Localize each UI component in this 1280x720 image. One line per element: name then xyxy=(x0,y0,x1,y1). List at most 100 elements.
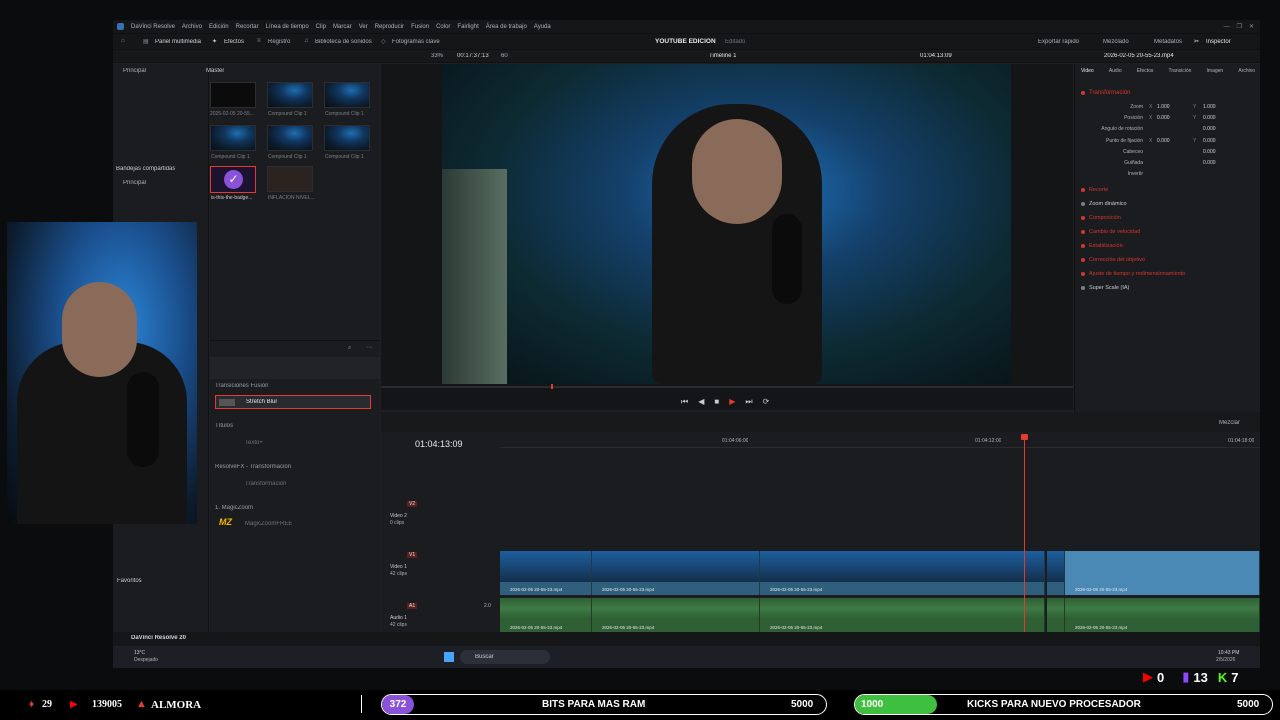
quick-export-tab[interactable]: Exportar rápido xyxy=(1038,39,1079,45)
y-value-field[interactable]: 0.000 xyxy=(1203,126,1216,132)
maximize-icon[interactable]: ❐ xyxy=(1237,23,1242,30)
tab-archivo[interactable]: Archivo xyxy=(1238,68,1255,74)
effect-transformacion[interactable]: Transformación xyxy=(245,481,286,487)
enabled-dot-icon[interactable] xyxy=(1081,244,1085,248)
audio-clip[interactable] xyxy=(1047,598,1065,632)
menu-item-fusion[interactable]: Fusion xyxy=(411,24,429,30)
layout-icon[interactable]: ⌂ xyxy=(121,38,125,44)
menu-item-recortar[interactable]: Recortar xyxy=(236,24,259,30)
keyframes-tab[interactable]: Fotogramas clave xyxy=(392,39,440,45)
inspector-section[interactable]: Zoom dinámico xyxy=(1081,201,1127,207)
media-pool-icon[interactable]: ▤ xyxy=(143,38,149,45)
taskbar-search[interactable]: Buscar xyxy=(460,650,550,664)
enabled-dot-icon[interactable] xyxy=(1081,216,1085,220)
menu-item-ayuda[interactable]: Ayuda xyxy=(534,24,551,30)
inspector-section[interactable]: Cambio de velocidad xyxy=(1081,229,1140,235)
keyframes-icon[interactable]: ◇ xyxy=(381,38,386,45)
y-value-field[interactable]: 0.000 xyxy=(1203,138,1216,144)
inspector-icon[interactable]: ✂ xyxy=(1194,38,1199,45)
audio-clip[interactable]: 2026-02-05 20-55-23.mp4 xyxy=(592,598,760,632)
shared-bin-principal[interactable]: Principal xyxy=(123,180,146,186)
menu-item-fairlight[interactable]: Fairlight xyxy=(457,24,478,30)
video-clip[interactable]: 2026-02-05 20-55-23.mp4 xyxy=(592,551,760,595)
effect-stretch-blur[interactable]: Stretch Blur xyxy=(215,395,371,409)
metadata-tab[interactable]: Metadatos xyxy=(1154,39,1182,45)
tab-transicion[interactable]: Transición xyxy=(1169,68,1192,74)
mixer-tab[interactable]: Mezclado xyxy=(1103,39,1129,45)
section-resolvefx[interactable]: ResolveFX - Transformación xyxy=(215,464,291,470)
section-magiczoom[interactable]: 1. MagicZoom xyxy=(215,505,253,511)
menu-item-linea[interactable]: Línea de tiempo xyxy=(266,24,309,30)
section-fusion-transitions[interactable]: Transiciones Fusion xyxy=(215,383,268,389)
viewer-scrubber[interactable] xyxy=(381,386,1073,388)
index-icon[interactable]: ≡ xyxy=(257,38,261,44)
compound-thumb[interactable] xyxy=(324,82,370,108)
video-clip[interactable]: 2026-02-05 20-55-23.mp4 xyxy=(1065,551,1260,595)
enabled-dot-icon[interactable] xyxy=(1081,230,1085,234)
audio-clip[interactable]: 2026-02-05 20-55-23.mp4 xyxy=(760,598,1045,632)
timeline-playhead[interactable] xyxy=(1024,436,1025,638)
video-clip[interactable]: 2026-02-05 20-55-23.mp4 xyxy=(500,551,592,595)
menu-app[interactable]: DaVinci Resolve xyxy=(131,24,175,30)
inspector-section[interactable]: Super Scale (IA) xyxy=(1081,285,1129,291)
audio-clip[interactable]: 2026-02-05 20-55-23.mp4 xyxy=(500,598,592,632)
tab-imagen[interactable]: Imagen xyxy=(1207,68,1224,74)
menu-item-color[interactable]: Color xyxy=(436,24,450,30)
last-frame-icon[interactable]: ⏭ xyxy=(745,397,752,407)
enabled-dot-icon[interactable] xyxy=(1081,258,1085,262)
reverse-icon[interactable]: ◀ xyxy=(698,397,704,407)
playhead-handle[interactable] xyxy=(1021,434,1028,440)
inspector-section[interactable]: Recorte xyxy=(1081,187,1108,193)
tab-efectos[interactable]: Efectos xyxy=(1137,68,1154,74)
inspector-section[interactable]: Estabilización xyxy=(1081,243,1123,249)
sound-library-tab[interactable]: Biblioteca de sonidos xyxy=(315,39,372,45)
mix-label[interactable]: Mezclar xyxy=(1219,420,1240,426)
favorites-title[interactable]: Favoritos xyxy=(117,578,142,584)
a1-tag[interactable]: A1 xyxy=(407,603,418,609)
video-frame[interactable] xyxy=(442,64,1011,384)
loop-icon[interactable]: ⟳ xyxy=(763,397,770,407)
effects-tab[interactable]: Efectos xyxy=(224,39,244,45)
enabled-dot-icon[interactable] xyxy=(1081,188,1085,192)
menu-item-archivo[interactable]: Archivo xyxy=(182,24,202,30)
first-frame-icon[interactable]: ⏮ xyxy=(681,397,688,407)
media-pool-tab[interactable]: Panel multimedia xyxy=(155,39,201,45)
menu-item-reproducir[interactable]: Reproducir xyxy=(375,24,404,30)
effects-icon[interactable]: ✦ xyxy=(212,38,217,45)
enabled-dot-icon[interactable] xyxy=(1081,286,1085,290)
v1-tag[interactable]: V1 xyxy=(407,552,418,558)
inspector-section[interactable]: Ajuste de tiempo y redimensionamiento xyxy=(1081,271,1185,277)
tab-video[interactable]: Video xyxy=(1081,68,1094,74)
compound-thumb[interactable] xyxy=(324,125,370,151)
compound-thumb[interactable] xyxy=(210,125,256,151)
scrubber-playhead[interactable] xyxy=(551,384,553,389)
compound-thumb[interactable] xyxy=(267,82,313,108)
enabled-dot-icon[interactable] xyxy=(1081,272,1085,276)
y-value-field[interactable]: 0.000 xyxy=(1203,160,1216,166)
minimize-icon[interactable]: — xyxy=(1224,24,1230,30)
play-icon[interactable]: ▶ xyxy=(729,397,735,407)
menu-item-ver[interactable]: Ver xyxy=(359,24,368,30)
bin-principal[interactable]: Principal xyxy=(123,68,146,74)
menu-item-edicion[interactable]: Edición xyxy=(209,24,229,30)
y-value-field[interactable]: 1.000 xyxy=(1203,104,1216,110)
windows-start-icon[interactable] xyxy=(444,652,454,662)
video-clip[interactable] xyxy=(1047,551,1065,595)
close-icon[interactable]: ✕ xyxy=(1249,23,1254,30)
inspector-tab[interactable]: Inspector xyxy=(1206,39,1231,45)
inspector-section[interactable]: Composición xyxy=(1081,215,1121,221)
y-value-field[interactable]: 0.000 xyxy=(1203,115,1216,121)
more-options-icon[interactable]: ⋯ xyxy=(366,344,372,351)
enabled-dot-icon[interactable] xyxy=(1081,202,1085,206)
media-clip-thumb[interactable] xyxy=(210,82,256,108)
compound-thumb[interactable] xyxy=(267,125,313,151)
x-value-field[interactable]: 0.000 xyxy=(1157,115,1170,121)
menu-item-area[interactable]: Área de trabajo xyxy=(486,24,527,30)
menu-item-clip[interactable]: Clip xyxy=(316,24,326,30)
enabled-dot-icon[interactable] xyxy=(1081,91,1085,95)
section-transformacion[interactable]: Transformación xyxy=(1081,90,1130,96)
section-titles[interactable]: Títulos xyxy=(215,423,233,429)
stop-icon[interactable]: ■ xyxy=(714,397,719,407)
audio-clip[interactable]: 2026-02-05 20-55-23.mp4 xyxy=(1065,598,1260,632)
x-value-field[interactable]: 1.000 xyxy=(1157,104,1170,110)
